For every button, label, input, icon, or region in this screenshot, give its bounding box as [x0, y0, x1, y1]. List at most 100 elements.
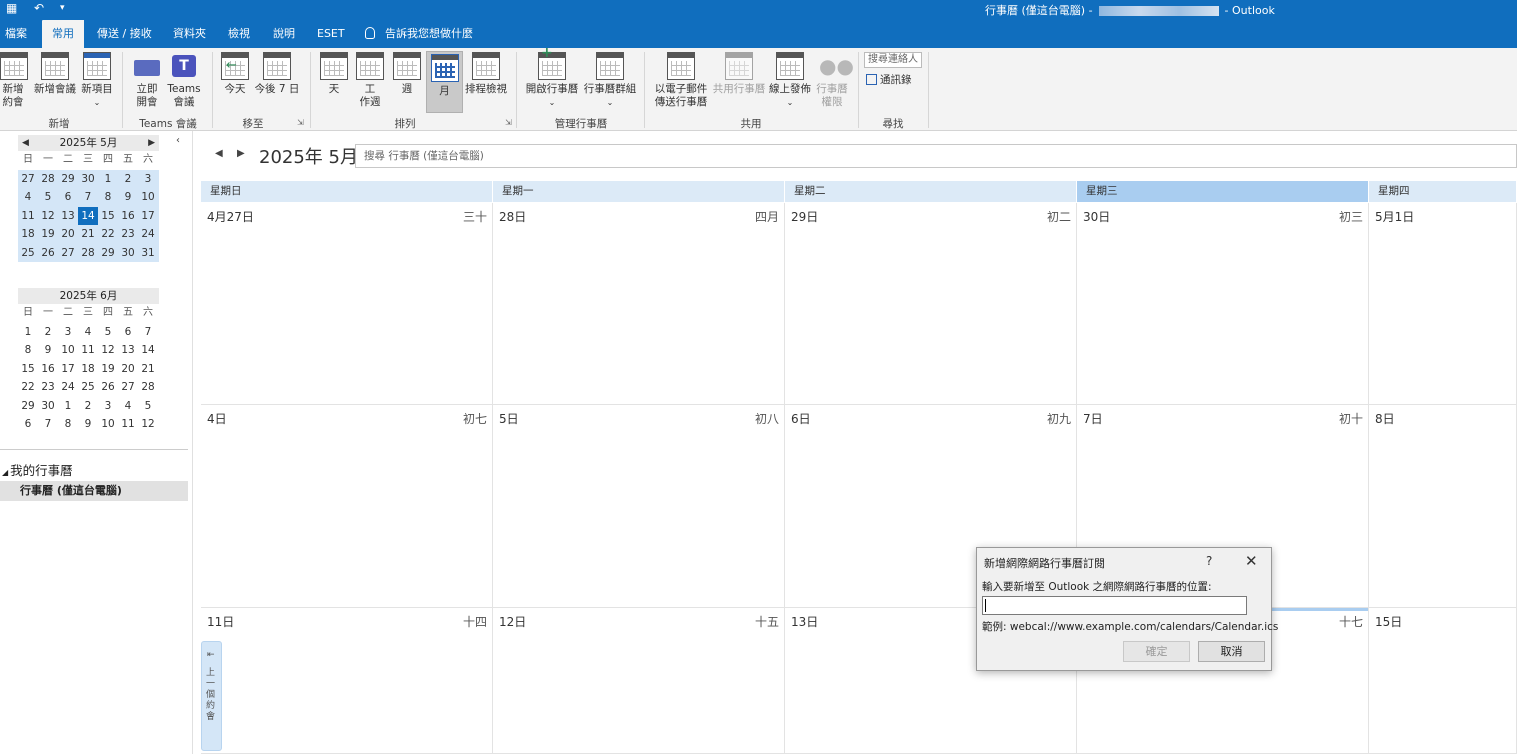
- open-calendar-button[interactable]: + 開啟行事曆 ⌄: [524, 46, 580, 109]
- share-calendar-button[interactable]: 共用行事曆: [712, 52, 766, 96]
- date-cell[interactable]: 25: [18, 244, 38, 263]
- date-cell[interactable]: 12: [138, 415, 158, 434]
- date-cell[interactable]: 27: [118, 378, 138, 397]
- week-view-button[interactable]: 週: [392, 52, 422, 96]
- date-cell[interactable]: 7: [78, 188, 98, 207]
- date-cell[interactable]: 19: [38, 225, 58, 244]
- calendar-app-icon[interactable]: ▦: [6, 1, 17, 15]
- ok-button[interactable]: 確定: [1123, 641, 1190, 662]
- date-cell[interactable]: 5: [38, 188, 58, 207]
- date-cell[interactable]: 10: [138, 188, 158, 207]
- date-cell[interactable]: 15: [18, 360, 38, 379]
- date-cell[interactable]: 28: [78, 244, 98, 263]
- calendar-folder-item[interactable]: 行事曆 (僅這台電腦): [0, 481, 188, 501]
- date-cell[interactable]: 15: [98, 207, 118, 226]
- date-cell[interactable]: 27: [18, 170, 38, 189]
- help-button[interactable]: ?: [1206, 554, 1212, 568]
- date-cell[interactable]: 4: [78, 323, 98, 342]
- close-icon[interactable]: ✕: [1245, 552, 1258, 570]
- date-cell[interactable]: 29: [18, 397, 38, 416]
- date-cell[interactable]: 7: [138, 323, 158, 342]
- dialog-launcher-icon[interactable]: ⇲: [297, 118, 304, 127]
- date-cell[interactable]: 13: [58, 207, 78, 226]
- date-cell[interactable]: 9: [118, 188, 138, 207]
- dialog-launcher-icon[interactable]: ⇲: [505, 118, 512, 127]
- date-cell[interactable]: 24: [58, 378, 78, 397]
- date-cell[interactable]: 3: [58, 323, 78, 342]
- previous-month-icon[interactable]: ◀: [22, 135, 29, 151]
- date-cell[interactable]: 18: [18, 225, 38, 244]
- date-cell[interactable]: 4: [118, 397, 138, 416]
- date-cell[interactable]: 22: [18, 378, 38, 397]
- date-cell[interactable]: 24: [138, 225, 158, 244]
- email-calendar-button[interactable]: 以電子郵件 傳送行事曆: [652, 52, 710, 109]
- date-cell[interactable]: 17: [138, 207, 158, 226]
- tab-view[interactable]: 檢視: [228, 20, 250, 48]
- undo-icon[interactable]: ↶: [34, 1, 44, 15]
- address-book-button[interactable]: 通訊錄: [866, 72, 912, 87]
- date-cell[interactable]: 17: [58, 360, 78, 379]
- date-cell[interactable]: 2: [78, 397, 98, 416]
- schedule-view-button[interactable]: 排程檢視: [465, 52, 507, 96]
- cancel-button[interactable]: 取消: [1198, 641, 1265, 662]
- date-cell[interactable]: 2: [38, 323, 58, 342]
- date-cell[interactable]: 14: [138, 341, 158, 360]
- previous-period-icon[interactable]: ◀: [215, 148, 223, 159]
- date-cell[interactable]: 30: [118, 244, 138, 263]
- calendar-day-cell[interactable]: 4月27日 三十: [201, 203, 493, 405]
- tell-me-search[interactable]: 告訴我您想做什麼: [365, 20, 473, 48]
- date-cell[interactable]: 8: [18, 341, 38, 360]
- date-cell[interactable]: 16: [118, 207, 138, 226]
- new-items-button[interactable]: 新項目 ⌄: [80, 52, 114, 109]
- date-cell[interactable]: 1: [18, 323, 38, 342]
- date-cell[interactable]: 21: [78, 225, 98, 244]
- date-cell[interactable]: 25: [78, 378, 98, 397]
- date-cell[interactable]: 23: [38, 378, 58, 397]
- date-cell[interactable]: 6: [18, 415, 38, 434]
- calendar-day-cell[interactable]: 15日: [1369, 608, 1517, 754]
- calendar-day-cell[interactable]: 4日 初七: [201, 405, 493, 608]
- publish-online-button[interactable]: 線上發佈 ⌄: [768, 52, 812, 109]
- calendar-day-cell[interactable]: 28日 四月: [493, 203, 785, 405]
- date-cell[interactable]: 9: [38, 341, 58, 360]
- customize-quick-access-icon[interactable]: ▾: [60, 3, 65, 13]
- date-cell[interactable]: 6: [118, 323, 138, 342]
- date-cell[interactable]: 21: [138, 360, 158, 379]
- tab-help[interactable]: 說明: [273, 20, 295, 48]
- date-cell[interactable]: 11: [18, 207, 38, 226]
- next-7-days-button[interactable]: 今後 7 日: [254, 52, 300, 96]
- calendar-day-cell[interactable]: 5日 初八: [493, 405, 785, 608]
- date-cell[interactable]: 30: [38, 397, 58, 416]
- next-period-icon[interactable]: ▶: [237, 148, 245, 159]
- search-people-input[interactable]: 搜尋連絡人: [864, 52, 922, 68]
- date-cell[interactable]: 9: [78, 415, 98, 434]
- day-view-button[interactable]: 天: [320, 52, 348, 96]
- date-cell[interactable]: 16: [38, 360, 58, 379]
- date-cell[interactable]: 26: [98, 378, 118, 397]
- date-cell[interactable]: 19: [98, 360, 118, 379]
- date-cell[interactable]: 3: [138, 170, 158, 189]
- my-calendars-group[interactable]: ◢ 我的行事曆: [2, 460, 73, 479]
- date-cell[interactable]: 1: [98, 170, 118, 189]
- calendar-search-input[interactable]: 搜尋 行事曆 (僅這台電腦): [355, 144, 1517, 168]
- calendar-day-cell[interactable]: 5月1日: [1369, 203, 1517, 405]
- calendar-day-cell[interactable]: 12日 十五: [493, 608, 785, 754]
- date-cell[interactable]: 2: [118, 170, 138, 189]
- new-meeting-button[interactable]: 新增會議: [32, 52, 78, 96]
- tab-folder[interactable]: 資料夾: [173, 20, 206, 48]
- date-cell[interactable]: 29: [98, 244, 118, 263]
- date-cell[interactable]: 10: [98, 415, 118, 434]
- calendar-permissions-button[interactable]: ●● 行事曆 權限: [814, 52, 854, 109]
- tab-file[interactable]: 檔案: [5, 20, 27, 48]
- date-cell[interactable]: 28: [38, 170, 58, 189]
- calendar-day-cell[interactable]: 29日 初二: [785, 203, 1077, 405]
- previous-appointment-button[interactable]: ⇤ 上一個約會: [201, 641, 222, 751]
- date-cell[interactable]: 8: [58, 415, 78, 434]
- date-cell[interactable]: 13: [118, 341, 138, 360]
- date-cell[interactable]: 20: [58, 225, 78, 244]
- date-cell[interactable]: 3: [98, 397, 118, 416]
- date-cell[interactable]: 29: [58, 170, 78, 189]
- work-week-view-button[interactable]: 工 作週: [355, 52, 385, 109]
- date-cell[interactable]: 11: [78, 341, 98, 360]
- date-cell[interactable]: 22: [98, 225, 118, 244]
